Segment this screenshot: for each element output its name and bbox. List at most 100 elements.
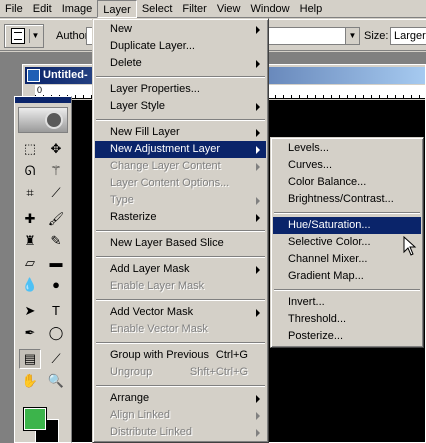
menu-item-label: Ungroup [110,366,153,378]
submenu-arrow-icon [256,395,260,403]
submenu-item-gradient-map[interactable]: Gradient Map... [273,268,421,285]
submenu-item-hue-saturation[interactable]: Hue/Saturation... [273,217,421,234]
menu-view[interactable]: View [212,0,246,18]
gradient-tool-icon[interactable]: ▬ [45,253,67,273]
menu-item-layer-content-options: Layer Content Options... [95,175,266,192]
menu-item-layer-properties[interactable]: Layer Properties... [95,81,266,98]
submenu-item-channel-mixer[interactable]: Channel Mixer... [273,251,421,268]
submenu-arrow-icon [256,429,260,437]
menu-separator [273,208,421,217]
menu-item-label: Layer Properties... [110,83,200,95]
slice-tool-icon[interactable]: ⟋ [45,183,67,203]
author-dropdown-button[interactable]: ▼ [345,28,359,44]
submenu-arrow-icon [256,26,260,34]
menu-bar: File Edit Image Layer Select Filter View Window… [0,0,426,18]
menu-window[interactable]: Window [246,0,295,18]
submenu-arrow-icon [256,214,260,222]
menu-item-new-fill-layer[interactable]: New Fill Layer [95,124,266,141]
menu-item-label: Align Linked [110,409,170,421]
history-brush-tool-icon[interactable]: ✎ [45,231,67,251]
menu-item-label: Levels... [288,142,329,154]
submenu-item-brightness-contrast[interactable]: Brightness/Contrast... [273,191,421,208]
size-select[interactable]: Larger [390,27,426,45]
menu-image[interactable]: Image [57,0,98,18]
adobe-online-button[interactable] [18,107,68,133]
zoom-tool-icon[interactable]: 🔍 [45,371,67,391]
menu-item-change-layer-content: Change Layer Content [95,158,266,175]
eraser-tool-icon[interactable]: ▱ [19,253,41,273]
type-tool-icon[interactable]: T [45,301,67,321]
menu-help[interactable]: Help [295,0,328,18]
menu-item-label: Rasterize [110,211,157,223]
menu-item-new-layer-based-slice[interactable]: New Layer Based Slice [95,235,266,252]
menu-item-label: Group with Previous [110,349,210,361]
marquee-tool-icon[interactable]: ⬚ [19,139,41,159]
menu-separator [95,338,266,347]
menu-layer[interactable]: Layer [97,0,137,18]
clone-stamp-tool-icon[interactable]: ♜ [19,231,41,251]
chevron-down-icon: ▼ [29,29,41,43]
hand-tool-icon[interactable]: ✋ [19,371,41,391]
eyedropper-tool-icon[interactable]: ⟋ [45,349,67,369]
eye-logo-icon [45,111,63,129]
menu-item-add-vector-mask[interactable]: Add Vector Mask [95,304,266,321]
path-selection-tool-icon[interactable]: ➤ [19,301,41,321]
menu-item-label: Color Balance... [288,176,367,188]
menu-item-new-adjustment-layer[interactable]: New Adjustment Layer [95,141,266,158]
toolbox: ⬚ ✥ ᘏ ⚚ ⌗ ⟋ ✚ 🖌 ♜ ✎ ▱ ▬ 💧 ● ➤ T ✒ ◯ ▤ ⟋ … [14,96,72,443]
submenu-item-threshold[interactable]: Threshold... [273,311,421,328]
menu-edit[interactable]: Edit [28,0,57,18]
menu-filter[interactable]: Filter [177,0,211,18]
blur-tool-icon[interactable]: 💧 [19,275,41,295]
ellipse-tool-icon[interactable]: ◯ [45,323,67,343]
menu-item-duplicate-layer[interactable]: Duplicate Layer... [95,38,266,55]
crop-tool-icon[interactable]: ⌗ [19,183,41,203]
menu-item-label: Selective Color... [288,236,371,248]
menu-item-enable-layer-mask: Enable Layer Mask [95,278,266,295]
submenu-arrow-icon [256,103,260,111]
submenu-item-invert[interactable]: Invert... [273,294,421,311]
submenu-item-levels[interactable]: Levels... [273,140,421,157]
submenu-item-selective-color[interactable]: Selective Color... [273,234,421,251]
menu-item-layer-style[interactable]: Layer Style [95,98,266,115]
submenu-arrow-icon [256,163,260,171]
menu-item-arrange[interactable]: Arrange [95,390,266,407]
menu-file[interactable]: File [0,0,28,18]
menu-item-label: Threshold... [288,313,347,325]
pen-tool-icon[interactable]: ✒ [19,323,41,343]
menu-item-add-layer-mask[interactable]: Add Layer Mask [95,261,266,278]
menu-separator [95,72,266,81]
menu-item-new[interactable]: New [95,21,266,38]
menu-item-ungroup: Ungroup Shft+Ctrl+G [95,364,266,381]
menu-item-label: Layer Content Options... [110,177,230,189]
move-tool-icon[interactable]: ✥ [45,139,67,159]
submenu-item-posterize[interactable]: Posterize... [273,328,421,345]
tool-preset-picker[interactable]: ▼ [4,24,44,48]
menu-item-label: Type [110,194,134,206]
dodge-tool-icon[interactable]: ● [45,275,67,295]
notes-tool-icon[interactable]: ▤ [19,349,41,369]
magic-wand-tool-icon[interactable]: ⚚ [45,161,67,181]
brush-tool-icon[interactable]: 🖌 [45,209,67,229]
menu-item-delete[interactable]: Delete [95,55,266,72]
menu-select[interactable]: Select [137,0,178,18]
foreground-color-swatch[interactable] [23,407,47,431]
submenu-arrow-icon [256,197,260,205]
menu-separator [95,381,266,390]
menu-item-distribute-linked: Distribute Linked [95,424,266,441]
healing-brush-tool-icon[interactable]: ✚ [19,209,41,229]
notes-tool-icon [11,28,25,44]
menu-item-rasterize[interactable]: Rasterize [95,209,266,226]
submenu-item-curves[interactable]: Curves... [273,157,421,174]
menu-item-label: Change Layer Content [110,160,221,172]
lasso-tool-icon[interactable]: ᘏ [19,161,41,181]
submenu-item-color-balance[interactable]: Color Balance... [273,174,421,191]
menu-item-label: Add Vector Mask [110,306,194,318]
toolbox-title-bar[interactable] [15,97,71,103]
menu-item-group-with-previous[interactable]: Group with Previous Ctrl+G [95,347,266,364]
menu-item-label: New Fill Layer [110,126,180,138]
submenu-arrow-icon [256,129,260,137]
mouse-cursor-icon [403,236,417,256]
menu-item-label: New [110,23,133,35]
menu-item-label: Arrange [110,392,150,404]
